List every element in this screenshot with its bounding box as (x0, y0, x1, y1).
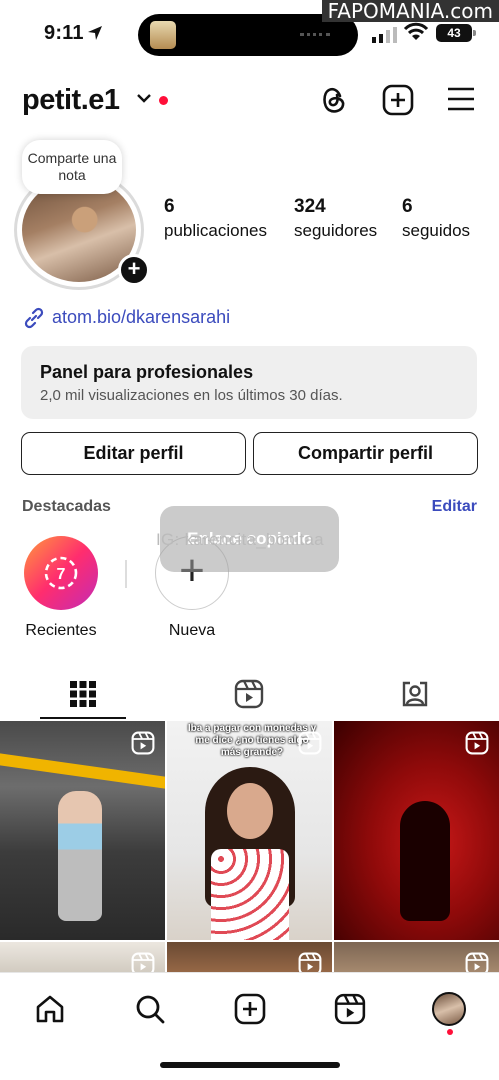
dashboard-title: Panel para profesionales (40, 362, 254, 382)
nav-profile[interactable] (429, 989, 469, 1029)
add-story-plus-icon[interactable]: + (118, 254, 150, 286)
island-activity-indicator (300, 33, 330, 36)
search-icon (136, 995, 165, 1024)
highlights-edit-link[interactable]: Editar (432, 498, 477, 516)
location-arrow-icon (88, 26, 102, 40)
tab-reels[interactable] (166, 670, 332, 718)
post-thumbnail[interactable] (0, 721, 165, 940)
highlight-recientes[interactable]: 7 Recientes (19, 536, 103, 640)
stat-posts-count: 6 (164, 196, 175, 217)
notification-dot (159, 96, 168, 105)
photo-subject-face (227, 783, 273, 839)
active-tab-indicator (40, 717, 126, 719)
nav-search[interactable] (130, 989, 170, 1029)
reel-badge-icon (298, 731, 322, 755)
threads-icon[interactable] (318, 84, 348, 116)
profile-header: petit.e1 (0, 80, 499, 126)
username-switcher[interactable]: petit.e1 (22, 84, 120, 117)
dashboard-subtitle: 2,0 mil visualizaciones en los últimos 3… (40, 387, 343, 404)
home-icon (36, 995, 64, 1023)
photo-subject (58, 791, 102, 921)
home-indicator (160, 1062, 340, 1068)
edit-profile-button[interactable]: Editar perfil (21, 432, 246, 475)
overlay-watermark: IG: karencita_bonitaa (156, 530, 324, 549)
now-playing-thumbnail (150, 21, 176, 49)
share-profile-button[interactable]: Compartir perfil (253, 432, 478, 475)
notification-dot (447, 1029, 453, 1035)
link-icon (24, 307, 44, 329)
reels-icon (334, 993, 366, 1025)
nav-home[interactable] (30, 989, 70, 1029)
wifi-icon (404, 22, 428, 40)
tab-grid[interactable] (0, 670, 166, 718)
post-thumbnail[interactable] (334, 721, 499, 940)
recents-count: 7 (57, 566, 66, 583)
profile-avatar-icon (432, 992, 466, 1026)
stat-following[interactable]: 6 seguidos (402, 196, 470, 241)
stat-following-label: seguidos (402, 221, 471, 240)
reel-badge-icon (131, 731, 155, 755)
create-icon (234, 993, 266, 1025)
post-thumbnail[interactable]: Iba a pagar con monedas y me dice ¿no ti… (167, 721, 332, 940)
tab-tagged[interactable] (332, 670, 498, 718)
recents-ring: 7 (24, 536, 98, 610)
bio-link-text: atom.bio/dkarensarahi (52, 306, 231, 327)
tagged-person-icon (402, 681, 428, 707)
stat-following-count: 6 (402, 196, 413, 217)
bio-link[interactable]: atom.bio/dkarensarahi (22, 306, 230, 330)
chevron-down-icon[interactable] (136, 92, 152, 104)
stat-posts-label: publicaciones (164, 221, 268, 240)
cellular-signal-icon (372, 27, 397, 43)
create-post-icon[interactable] (382, 84, 414, 116)
note-bubble[interactable]: Comparte una nota (22, 140, 122, 194)
menu-icon[interactable] (446, 84, 476, 114)
photo-subject (400, 801, 450, 921)
clock: 9:11 (44, 22, 84, 44)
highlights-title: Destacadas (22, 498, 111, 515)
nav-reels[interactable] (330, 989, 370, 1029)
reels-icon (234, 679, 264, 709)
nav-create[interactable] (230, 989, 270, 1029)
recent-stories-icon: 7 (44, 556, 78, 590)
highlights-divider (125, 560, 127, 588)
gym-rail (0, 753, 165, 789)
reel-badge-icon (465, 731, 489, 755)
stat-followers-count: 324 (294, 196, 326, 217)
grid-icon (70, 681, 96, 707)
professional-dashboard[interactable]: Panel para profesionales 2,0 mil visuali… (21, 346, 477, 419)
site-watermark: FAPOMANIA.com (321, 0, 499, 22)
highlight-recientes-label: Recientes (25, 622, 97, 639)
stat-posts[interactable]: 6 publicaciones (164, 196, 267, 241)
stat-followers-label: seguidores (294, 221, 378, 240)
stat-followers[interactable]: 324 seguidores (294, 196, 377, 241)
battery-indicator: 43 (436, 24, 476, 42)
status-bar: 9:11 43 FAPOMANIA.com (0, 0, 499, 64)
profile-tabs (0, 670, 499, 720)
highlight-new-label: Nueva (168, 622, 216, 639)
photo-subject-top (211, 849, 289, 940)
